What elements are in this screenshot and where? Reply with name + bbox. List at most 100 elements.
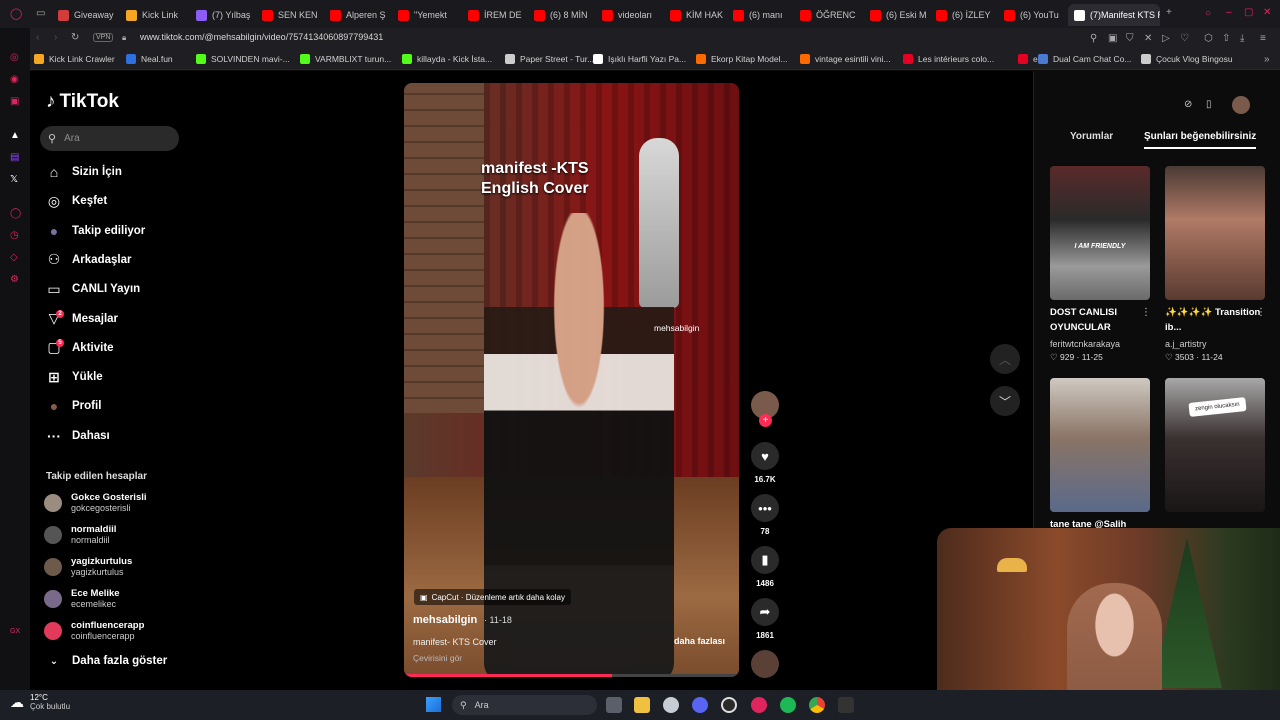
music-disc[interactable] [750, 650, 780, 678]
weather-widget[interactable]: ☁ 12°C Çok bulutlu [10, 693, 70, 711]
video-progress-bar[interactable] [404, 674, 739, 677]
tab-menu-icon[interactable]: ▭ [36, 8, 45, 19]
browser-tab[interactable]: KİM HAK [670, 4, 726, 26]
maximize-icon[interactable]: ▢ [1244, 7, 1253, 18]
menu-icon[interactable]: ≡ [1260, 33, 1266, 44]
suggested-user-1[interactable]: feritwtcnkarakaya [1050, 339, 1120, 349]
more-link[interactable]: daha fazlası [674, 636, 725, 646]
suggested-caption-1[interactable]: DOST CANLISI OYUNCULAR [1050, 305, 1148, 335]
save-button[interactable]: ▮ 1486 [750, 546, 780, 588]
comment-button[interactable]: ••• 78 [750, 494, 780, 536]
browser-tab[interactable]: (7)Manifest KTS Re [1068, 4, 1160, 26]
sidebar-nav-item[interactable]: ⌂ Sizin İçin [44, 161, 122, 183]
steam-icon[interactable] [663, 697, 679, 713]
vpn-badge[interactable]: VPN [93, 33, 114, 42]
follow-plus-icon[interactable]: + [759, 414, 772, 427]
tab-suggested[interactable]: Şunları beğenebilirsiniz [1144, 131, 1257, 149]
tab-comments[interactable]: Yorumlar [1070, 131, 1113, 142]
opera-gx-icon[interactable] [751, 697, 767, 713]
bookmark-item[interactable]: vintage esintili vini... [800, 54, 891, 64]
share-button[interactable]: ➦ 1861 [750, 598, 780, 640]
browser-tab[interactable]: (6) YouTu [1004, 4, 1064, 26]
twitch-icon[interactable]: ▤ [10, 152, 19, 163]
phone-icon[interactable]: ▯ [1206, 99, 1212, 110]
extensions-icon[interactable]: ⬡ [1204, 33, 1213, 44]
suggested-caption-2[interactable]: ✨✨✨✨ Transition ib... [1165, 305, 1263, 335]
shield-icon[interactable]: ⛉ [1126, 33, 1134, 44]
browser-tab[interactable]: İREM DE [468, 4, 528, 26]
following-account[interactable]: yagizkurtulus yagizkurtulus [44, 555, 132, 579]
bookmark-item[interactable]: Dual Cam Chat Co... [1038, 54, 1131, 64]
bookmark-item[interactable]: Çocuk Vlog Bingosu [1141, 54, 1233, 64]
bookmark-item[interactable]: Les intérieurs colo... [903, 54, 994, 64]
tiktok-logo[interactable]: ♪ TikTok [46, 91, 119, 113]
discord-icon[interactable] [692, 697, 708, 713]
opera-logo-icon[interactable]: ◯ [10, 7, 22, 20]
following-account[interactable]: Ece Melike ecemelikec [44, 587, 120, 611]
bookmark-item[interactable]: Paper Street - Tur... [505, 54, 594, 64]
search-input[interactable]: ⚲ Ara [40, 126, 179, 151]
bookmark-page-icon[interactable]: ⚲ [1090, 33, 1097, 44]
bookmark-item[interactable]: Işıklı Harfli Yazı Pa... [593, 54, 686, 64]
bookmark-item[interactable]: VARMBLIXT turun... [300, 54, 391, 64]
following-account[interactable]: Gokce Gosterisli gokcegosterisli [44, 491, 147, 515]
whatsapp-icon[interactable]: ◉ [10, 74, 19, 85]
settings-icon[interactable]: ⚙ [10, 274, 19, 285]
suggested-thumb-4[interactable]: zengin olucaksın [1165, 378, 1265, 512]
suggested-thumb-1[interactable]: I AM FRIENDLY [1050, 166, 1150, 300]
browser-tab[interactable]: (6) İZLEY [936, 4, 996, 26]
task-view-icon[interactable] [606, 697, 622, 713]
suggested-thumb-2[interactable] [1165, 166, 1265, 300]
close-window-icon[interactable]: ✕ [1263, 7, 1271, 18]
compass-small-icon[interactable]: ⊘ [1184, 99, 1192, 110]
new-tab-icon[interactable]: + [1166, 7, 1172, 18]
browser-tab[interactable]: "Yemekt [398, 4, 458, 26]
chrome-icon[interactable] [809, 697, 825, 713]
bookmark-item[interactable]: killayda - Kick İsta... [402, 54, 492, 64]
url-field[interactable]: www.tiktok.com/@mehsabilgin/video/757413… [140, 32, 383, 42]
suggested-user-2[interactable]: a.j_artistry [1165, 339, 1207, 349]
file-explorer-icon[interactable] [634, 697, 650, 713]
minimize-icon[interactable]: – [1226, 7, 1232, 18]
suggested-thumb-3[interactable] [1050, 378, 1150, 512]
bookmark-item[interactable]: Ekorp Kitap Model... [696, 54, 788, 64]
bookmark-item[interactable]: Neal.fun [126, 54, 173, 64]
browser-tab[interactable]: Giveaway [58, 4, 120, 26]
browser-tab[interactable]: Alperen Ş [330, 4, 392, 26]
show-more-button[interactable]: ⌄ Daha fazla göster [44, 650, 167, 672]
like-button[interactable]: ♥ 16.7K [750, 442, 780, 484]
bookmark-item[interactable]: SOLVINDEN mavi-... [196, 54, 290, 64]
capcut-badge[interactable]: ▣ CapCut · Düzenleme artık daha kolay [414, 589, 571, 605]
instagram-icon[interactable]: ▣ [10, 96, 19, 107]
spotify-icon[interactable] [780, 697, 796, 713]
tiktok-side-icon[interactable]: ▲ [10, 130, 20, 141]
sidebar-nav-item[interactable]: ● Profil [44, 395, 102, 417]
next-video-button[interactable]: ﹀ [990, 386, 1020, 416]
browser-tab[interactable]: (6) Eski M [870, 4, 930, 26]
player-icon[interactable]: ◯ [10, 208, 21, 219]
browser-tab[interactable]: SEN KEN [262, 4, 322, 26]
video-author[interactable]: mehsabilgin [413, 614, 477, 626]
taskbar-search[interactable]: ⚲ Ara [452, 695, 597, 715]
sidebar-nav-item[interactable]: ● Takip ediliyor [44, 220, 146, 242]
browser-tab[interactable]: videoları [602, 4, 662, 26]
play-icon[interactable]: ▷ [1162, 33, 1170, 44]
more-options-icon[interactable]: ⋮ [1141, 307, 1151, 318]
forward-icon[interactable]: › [54, 32, 57, 43]
browser-tab[interactable]: ÖĞRENC [800, 4, 862, 26]
aria-icon[interactable]: ◎ [10, 52, 19, 63]
sidebar-nav-item[interactable]: ▽ 2 Mesajlar [44, 308, 118, 330]
browser-tab[interactable]: (7) Yılbaş [196, 4, 254, 26]
sidebar-nav-item[interactable]: ▢ 5 Aktivite [44, 337, 114, 359]
snapshot-icon[interactable]: ▣ [1108, 33, 1117, 44]
previous-video-button[interactable]: ︿ [990, 344, 1020, 374]
sidebar-nav-item[interactable]: ··· Dahası [44, 425, 110, 447]
back-icon[interactable]: ‹ [36, 32, 39, 43]
heart-icon[interactable]: ♡ [1180, 33, 1189, 44]
epic-games-icon[interactable] [838, 697, 854, 713]
obs-icon[interactable] [721, 697, 737, 713]
download-icon[interactable]: ⤓ [1240, 33, 1244, 44]
sidebar-nav-item[interactable]: ▭ CANLI Yayın [44, 278, 140, 300]
sidebar-nav-item[interactable]: ◎ Keşfet [44, 190, 107, 212]
history-icon[interactable]: ◷ [10, 230, 19, 241]
